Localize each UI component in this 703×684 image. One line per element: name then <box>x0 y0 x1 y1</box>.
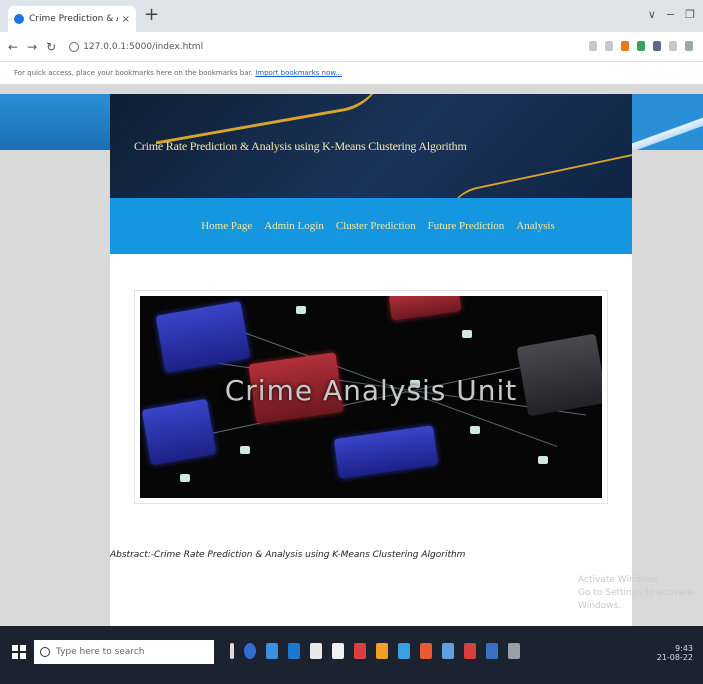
taskbar-apps <box>230 643 520 659</box>
tab-search-icon[interactable]: ∨ <box>648 8 656 21</box>
main-nav: Home Page Admin Login Cluster Prediction… <box>110 198 632 254</box>
profile-icon[interactable] <box>685 41 693 51</box>
window-controls: ∨ − ❐ <box>648 8 695 21</box>
maximize-icon[interactable]: ❐ <box>685 8 695 21</box>
activate-windows-watermark: Activate Windows Go to Settings to activ… <box>578 574 703 613</box>
site-info-icon[interactable] <box>69 41 80 52</box>
network-node <box>538 456 548 464</box>
nav-analysis[interactable]: Analysis <box>516 220 555 232</box>
app-icon[interactable] <box>508 643 520 659</box>
url-field[interactable]: 127.0.0.1:5000/index.html <box>83 42 203 52</box>
star-icon[interactable] <box>605 41 613 51</box>
network-node <box>180 474 190 482</box>
blue-record-card <box>155 300 251 374</box>
forward-arrow-icon[interactable]: → <box>27 40 37 54</box>
banner-swoosh <box>147 94 393 145</box>
app-icon[interactable] <box>486 643 498 659</box>
minimize-icon[interactable]: − <box>666 8 675 21</box>
sidebar-icon[interactable] <box>669 41 677 51</box>
app-icon[interactable] <box>464 643 476 659</box>
extension-icon[interactable] <box>637 41 645 51</box>
app-icon[interactable] <box>354 643 366 659</box>
globe-icon <box>14 14 24 24</box>
bookmark-hint: For quick access, place your bookmarks h… <box>14 69 253 77</box>
tab-title: Crime Prediction & Analysis <box>29 14 118 24</box>
browser-tab[interactable]: Crime Prediction & Analysis × <box>8 6 136 32</box>
clock-time: 9:43 <box>675 644 693 653</box>
puzzle-icon[interactable] <box>653 41 661 51</box>
network-node <box>240 446 250 454</box>
hero-image: Crime Analysis Unit <box>140 296 602 498</box>
banner-swoosh <box>438 153 632 198</box>
search-placeholder: Type here to search <box>56 647 145 657</box>
chrome-icon[interactable] <box>420 643 432 659</box>
network-node <box>462 330 472 338</box>
network-node <box>296 306 306 314</box>
red-record-card <box>388 296 462 321</box>
share-icon[interactable] <box>589 41 597 51</box>
page-viewport: Crime Rate Prediction & Analysis using K… <box>0 84 703 626</box>
back-arrow-icon[interactable]: ← <box>8 40 18 54</box>
browser-tab-bar: Crime Prediction & Analysis × + ∨ − ❐ <box>0 0 703 32</box>
taskbar-search[interactable]: Type here to search <box>34 640 214 664</box>
mic-icon[interactable] <box>230 643 234 659</box>
app-icon[interactable] <box>310 643 322 659</box>
site-banner: Crime Rate Prediction & Analysis using K… <box>110 94 632 198</box>
header-band-decoration <box>632 94 703 150</box>
nav-cluster-prediction[interactable]: Cluster Prediction <box>336 220 416 232</box>
clock-date: 21-08-22 <box>656 653 693 662</box>
reload-icon[interactable]: ↻ <box>46 40 56 54</box>
nav-home[interactable]: Home Page <box>201 220 252 232</box>
site-title: Crime Rate Prediction & Analysis using K… <box>134 139 467 153</box>
new-tab-button[interactable]: + <box>144 6 159 24</box>
explorer-icon[interactable] <box>266 643 278 659</box>
extension-icon[interactable] <box>621 41 629 51</box>
nav-future-prediction[interactable]: Future Prediction <box>428 220 505 232</box>
edge-icon[interactable] <box>288 643 300 659</box>
app-icon[interactable] <box>376 643 388 659</box>
watermark-subtitle: Go to Settings to activate Windows. <box>578 588 694 611</box>
site-container: Crime Rate Prediction & Analysis using K… <box>110 94 632 626</box>
store-icon[interactable] <box>332 643 344 659</box>
address-bar: ← → ↻ 127.0.0.1:5000/index.html <box>0 32 703 62</box>
blue-record-card <box>141 398 217 466</box>
system-tray[interactable]: 9:43 21-08-22 <box>657 644 693 662</box>
task-view-icon[interactable] <box>244 643 256 659</box>
watermark-title: Activate Windows <box>578 575 658 585</box>
taskbar: Type here to search 9:43 21-08-22 <box>0 626 703 684</box>
close-tab-icon[interactable]: × <box>122 14 130 25</box>
bookmark-bar: For quick access, place your bookmarks h… <box>0 62 703 84</box>
network-node <box>470 426 480 434</box>
search-icon <box>40 647 50 657</box>
app-icon[interactable] <box>442 643 454 659</box>
app-icon[interactable] <box>398 643 410 659</box>
hero-caption: Crime Analysis Unit <box>224 374 518 407</box>
start-button[interactable] <box>12 645 26 659</box>
hero-image-frame: Crime Analysis Unit <box>134 290 608 504</box>
extension-icons <box>589 41 693 51</box>
abstract-text: Abstract:-Crime Rate Prediction & Analys… <box>110 550 466 560</box>
nav-admin-login[interactable]: Admin Login <box>264 220 324 232</box>
blue-record-card <box>333 425 439 479</box>
import-bookmarks-link[interactable]: Import bookmarks now... <box>255 69 342 77</box>
